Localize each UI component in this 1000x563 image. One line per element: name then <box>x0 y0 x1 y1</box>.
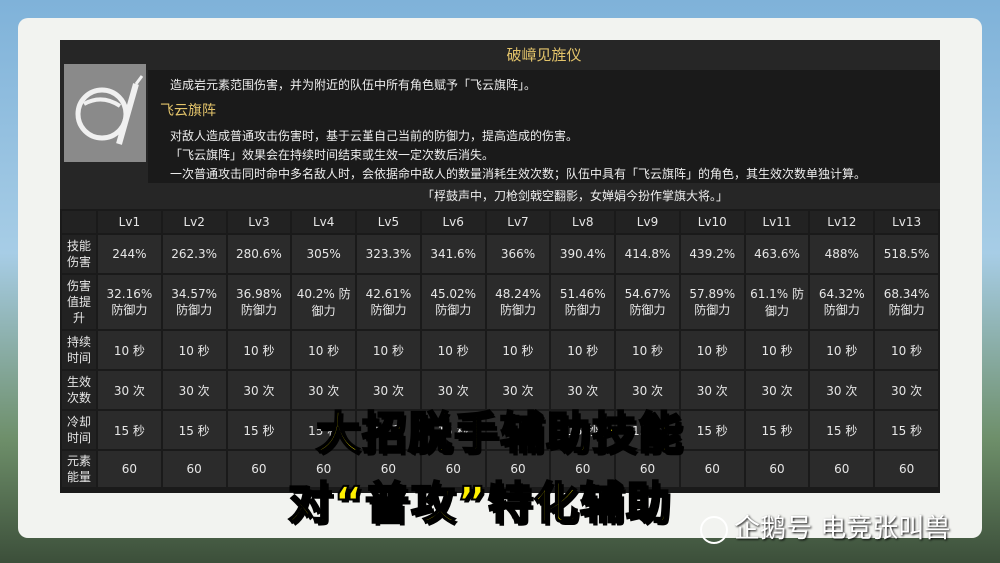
table-cell: 10 秒 <box>810 331 874 369</box>
level-header: Lv13 <box>875 211 938 233</box>
table-cell: 244% <box>98 235 161 273</box>
row-label: 持续时间 <box>62 331 96 369</box>
table-cell: 10 秒 <box>292 331 356 369</box>
table-cell: 323.3% <box>357 235 420 273</box>
table-row: 伤害值提升 32.16% 防御力 34.57% 防御力 36.98% 防御力 40.2%… <box>62 275 938 329</box>
desc-line-1: 造成岩元素范围伤害，并为附近的队伍中所有角色赋予「飞云旗阵」。 <box>170 78 537 92</box>
table-cell: 262.3% <box>162 235 226 273</box>
table-cell: 305% <box>292 235 356 273</box>
table-cell: 10 秒 <box>421 331 485 369</box>
skill-title: 破嶂见旌仪 <box>148 40 940 70</box>
table-cell: 341.6% <box>421 235 485 273</box>
table-corner <box>62 211 96 233</box>
table-cell: 10 秒 <box>486 331 550 369</box>
table-cell: 414.8% <box>616 235 679 273</box>
table-row: 持续时间 10 秒 10 秒 10 秒 10 秒 10 秒 10 秒 10 秒 10 秒 10 秒… <box>62 331 938 369</box>
skill-quote-bar: 「桴鼓声中，刀枪剑戟空翻影，女婵娟今扮作掌旗大将。」 <box>60 183 940 209</box>
level-header: Lv8 <box>551 211 615 233</box>
skill-icon <box>64 64 146 162</box>
level-header: Lv7 <box>486 211 550 233</box>
table-cell: 10 秒 <box>227 331 291 369</box>
table-cell: 45.02% 防御力 <box>421 275 485 329</box>
table-cell: 488% <box>810 235 874 273</box>
table-cell: 518.5% <box>875 235 938 273</box>
row-label: 伤害值提升 <box>62 275 96 329</box>
table-cell: 10 秒 <box>745 331 809 369</box>
table-cell: 68.34% 防御力 <box>875 275 938 329</box>
level-header: Lv10 <box>680 211 744 233</box>
table-cell: 10 秒 <box>98 331 161 369</box>
level-header: Lv11 <box>745 211 809 233</box>
table-cell: 57.89% 防御力 <box>680 275 744 329</box>
buff-subtitle: 飞云旗阵 <box>160 103 216 119</box>
table-cell: 48.24% 防御力 <box>486 275 550 329</box>
table-cell: 10 秒 <box>875 331 938 369</box>
table-cell: 61.1% 防御力 <box>745 275 809 329</box>
table-cell: 463.6% <box>745 235 809 273</box>
desc-line-4: 一次普通攻击同时命中多名敌人时，会依据命中敌人的数量消耗生效次数；队伍中具有「飞… <box>170 167 867 181</box>
table-cell: 10 秒 <box>616 331 679 369</box>
table-cell: 54.67% 防御力 <box>616 275 679 329</box>
row-label: 技能伤害 <box>62 235 96 273</box>
table-cell: 10 秒 <box>680 331 744 369</box>
level-header: Lv6 <box>421 211 485 233</box>
skill-description: 造成岩元素范围伤害，并为附近的队伍中所有角色赋予「飞云旗阵」。 飞云旗阵 对敌人… <box>148 70 940 183</box>
level-header: Lv9 <box>616 211 679 233</box>
overlay-caption-1: 大招脱手辅助技能 <box>315 407 684 460</box>
table-cell: 64.32% 防御力 <box>810 275 874 329</box>
level-header: Lv4 <box>292 211 356 233</box>
penguin-icon <box>700 515 728 544</box>
level-header: Lv2 <box>162 211 226 233</box>
level-header: Lv12 <box>810 211 874 233</box>
table-cell: 439.2% <box>680 235 744 273</box>
level-header: Lv3 <box>227 211 291 233</box>
table-cell: 40.2% 防御力 <box>292 275 356 329</box>
table-cell: 366% <box>486 235 550 273</box>
table-cell: 32.16% 防御力 <box>98 275 161 329</box>
level-header: Lv5 <box>357 211 420 233</box>
desc-line-3: 「飞云旗阵」效果会在持续时间结束或生效一定次数后消失。 <box>170 148 495 162</box>
table-cell: 36.98% 防御力 <box>227 275 291 329</box>
watermark-text: 企鹅号 电竞张叫兽 <box>734 514 951 544</box>
table-cell: 390.4% <box>551 235 615 273</box>
skill-quote: 「桴鼓声中，刀枪剑戟空翻影，女婵娟今扮作掌旗大将。」 <box>421 189 728 203</box>
table-row: 技能伤害 244% 262.3% 280.6% 305% 323.3% 341.6% 366%… <box>62 235 938 273</box>
table-cell: 42.61% 防御力 <box>357 275 420 329</box>
table-cell: 10 秒 <box>162 331 226 369</box>
table-cell: 51.46% 防御力 <box>551 275 615 329</box>
watermark: 企鹅号 电竞张叫兽 <box>700 508 950 545</box>
table-cell: 10 秒 <box>551 331 615 369</box>
level-header: Lv1 <box>98 211 161 233</box>
table-cell: 34.57% 防御力 <box>162 275 226 329</box>
table-cell: 280.6% <box>227 235 291 273</box>
desc-line-2: 对敌人造成普通攻击伤害时，基于云堇自己当前的防御力，提高造成的伤害。 <box>170 129 579 143</box>
skill-icon-box <box>60 40 148 183</box>
table-cell: 10 秒 <box>357 331 420 369</box>
